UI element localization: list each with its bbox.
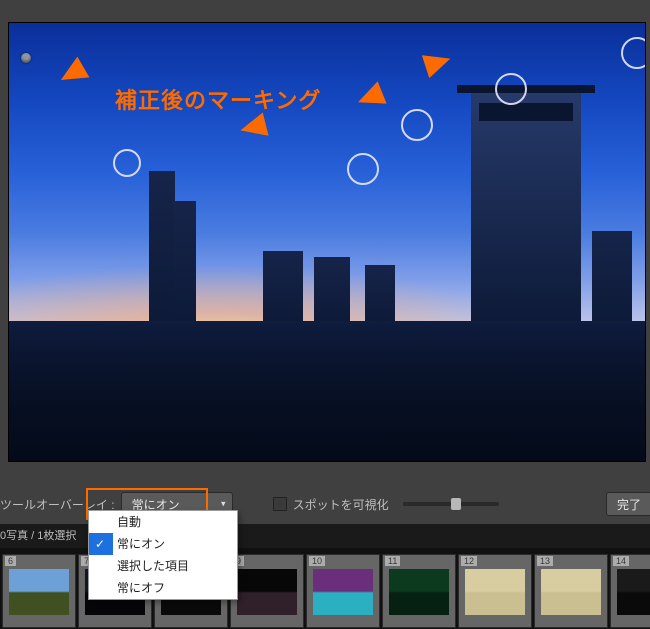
thumb-index: 14 bbox=[613, 556, 629, 566]
building bbox=[592, 231, 632, 321]
thumb-image bbox=[541, 569, 601, 615]
menu-item[interactable]: 常にオン bbox=[89, 533, 237, 555]
filmstrip-thumb[interactable]: 13 bbox=[534, 554, 608, 628]
building bbox=[149, 171, 175, 321]
city-foreground bbox=[9, 321, 645, 461]
thumb-image bbox=[313, 569, 373, 615]
thumb-image bbox=[389, 569, 449, 615]
spot-marker[interactable] bbox=[113, 149, 141, 177]
editor-canvas-area: 補正後のマーキング bbox=[0, 0, 650, 478]
building bbox=[365, 265, 395, 321]
filmstrip-thumb[interactable]: 6 bbox=[2, 554, 76, 628]
spot-marker[interactable] bbox=[401, 109, 433, 141]
filmstrip-thumb[interactable]: 11 bbox=[382, 554, 456, 628]
thumb-index: 12 bbox=[461, 556, 477, 566]
spot-marker[interactable] bbox=[347, 153, 379, 185]
visualize-spots-checkbox[interactable] bbox=[273, 497, 287, 511]
building-tall bbox=[471, 91, 581, 321]
visualize-spots-label: スポットを可視化 bbox=[293, 496, 389, 513]
thumb-image bbox=[9, 569, 69, 615]
main-photo[interactable]: 補正後のマーキング bbox=[8, 22, 646, 462]
chevron-down-icon: ▾ bbox=[221, 499, 226, 510]
annotation-arrow-icon bbox=[51, 51, 95, 95]
thumb-index: 6 bbox=[5, 556, 16, 566]
thumb-index: 11 bbox=[385, 556, 400, 566]
tool-overlay-menu: 自動常にオン選択した項目常にオフ bbox=[88, 510, 238, 600]
annotation-text: 補正後のマーキング bbox=[115, 83, 321, 115]
overlay-pin[interactable] bbox=[21, 53, 31, 63]
thumb-index: 13 bbox=[537, 556, 553, 566]
annotation-arrow-icon bbox=[349, 75, 393, 119]
building bbox=[174, 201, 196, 321]
thumb-image bbox=[237, 569, 297, 615]
filmstrip-thumb[interactable]: 10 bbox=[306, 554, 380, 628]
annotation-arrow-icon bbox=[415, 41, 459, 85]
selection-status: 0写真 / 1枚選択 bbox=[0, 524, 76, 548]
filmstrip-thumb[interactable]: 14 bbox=[610, 554, 650, 628]
building bbox=[314, 257, 350, 321]
spot-marker[interactable] bbox=[621, 37, 646, 69]
slider-knob[interactable] bbox=[451, 498, 461, 510]
menu-item[interactable]: 常にオフ bbox=[89, 577, 237, 599]
filmstrip-thumb[interactable]: 12 bbox=[458, 554, 532, 628]
filmstrip-thumb[interactable]: 9 bbox=[230, 554, 304, 628]
spot-marker[interactable] bbox=[495, 73, 527, 105]
menu-item[interactable]: 選択した項目 bbox=[89, 555, 237, 577]
thumb-image bbox=[617, 569, 650, 615]
thumb-index: 10 bbox=[309, 556, 325, 566]
done-button[interactable]: 完了 bbox=[606, 492, 650, 516]
menu-item[interactable]: 自動 bbox=[89, 511, 237, 533]
thumb-image bbox=[465, 569, 525, 615]
visualize-threshold-slider[interactable] bbox=[403, 502, 499, 506]
building bbox=[263, 251, 303, 321]
